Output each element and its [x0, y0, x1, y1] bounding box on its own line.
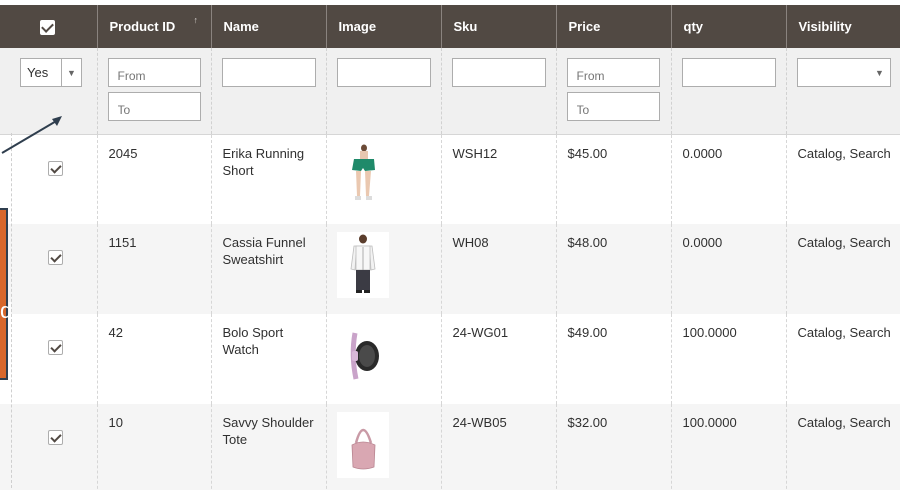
- name-cell: Erika Running Short: [210, 134, 326, 224]
- chevron-down-icon: ▼: [875, 67, 884, 78]
- grid-header-row: Product ID ↑ Name Image Sku Price qty Vis…: [0, 5, 900, 48]
- filter-sku-cell: [440, 48, 556, 135]
- sku-filter-input[interactable]: [451, 58, 546, 87]
- column-header-qty[interactable]: qty: [670, 5, 786, 48]
- filter-visibility-cell: ▼: [785, 48, 900, 135]
- filter-product-id-cell: [96, 48, 211, 135]
- column-header-product-id[interactable]: Product ID ↑: [96, 5, 211, 48]
- qty-cell: 100.0000: [670, 404, 786, 490]
- visibility-cell: Catalog, Search: [785, 404, 900, 490]
- table-row[interactable]: 1151 Cassia Funnel Sweatshirt WH08 $48.0…: [0, 224, 900, 314]
- product-id-cell: 2045: [96, 134, 211, 224]
- filter-name-cell: [210, 48, 326, 135]
- running-short-thumb-icon[interactable]: [336, 142, 389, 209]
- chevron-down-icon: ▼: [61, 59, 81, 86]
- sku-cell: 24-WG01: [440, 314, 556, 404]
- row-select-cell: [0, 404, 97, 490]
- annotation-arrow-icon: [1, 116, 62, 154]
- image-cell: [325, 404, 441, 490]
- price-cell: $45.00: [555, 134, 671, 224]
- product-id-cell: 1151: [96, 224, 211, 314]
- filter-qty-cell: [670, 48, 786, 135]
- column-header-sku[interactable]: Sku: [440, 5, 556, 48]
- image-cell: [325, 314, 441, 404]
- qty-cell: 100.0000: [670, 314, 786, 404]
- name-cell: Savvy Shoulder Tote: [210, 404, 326, 490]
- filter-price-cell: [555, 48, 671, 135]
- visibility-cell: Catalog, Search: [785, 134, 900, 224]
- table-row[interactable]: 42 Bolo Sport Watch 24-WG01 $49.00 100.0…: [0, 314, 900, 404]
- sku-cell: WSH12: [440, 134, 556, 224]
- column-header-image[interactable]: Image: [325, 5, 441, 48]
- in-selection-filter-select[interactable]: Yes ▼: [20, 58, 82, 87]
- visibility-cell: Catalog, Search: [785, 314, 900, 404]
- watch-thumb-icon[interactable]: [336, 322, 389, 388]
- table-row[interactable]: 10 Savvy Shoulder Tote 24-WB05 $32.00 10…: [0, 404, 900, 490]
- image-filter-input[interactable]: [336, 58, 431, 87]
- price-to-input[interactable]: [566, 92, 660, 121]
- sku-cell: WH08: [440, 224, 556, 314]
- filter-image-cell: [325, 48, 441, 135]
- sort-ascending-icon: ↑: [193, 15, 199, 25]
- product-id-to-input[interactable]: [107, 92, 201, 121]
- annotation-callout-text: d: [0, 298, 13, 323]
- tote-bag-thumb-icon[interactable]: [336, 412, 389, 478]
- name-filter-input[interactable]: [221, 58, 316, 87]
- select-all-header[interactable]: [0, 5, 97, 48]
- filter-row: Yes ▼ From To From To ▼: [0, 48, 900, 135]
- sku-cell: 24-WB05: [440, 404, 556, 490]
- product-id-cell: 42: [96, 314, 211, 404]
- table-row[interactable]: 2045 Erika Running Short WSH12 $45.00 0.…: [0, 134, 900, 224]
- price-from-input[interactable]: [566, 58, 660, 87]
- price-cell: $48.00: [555, 224, 671, 314]
- column-header-visibility[interactable]: Visibility: [785, 5, 900, 48]
- sweatshirt-thumb-icon[interactable]: [336, 232, 389, 298]
- qty-cell: 0.0000: [670, 134, 786, 224]
- qty-cell: 0.0000: [670, 224, 786, 314]
- price-cell: $32.00: [555, 404, 671, 490]
- image-cell: [325, 134, 441, 224]
- row-checkbox[interactable]: [47, 250, 63, 265]
- column-header-name[interactable]: Name: [210, 5, 326, 48]
- product-id-cell: 10: [96, 404, 211, 490]
- qty-filter-input[interactable]: [681, 58, 776, 87]
- name-cell: Cassia Funnel Sweatshirt: [210, 224, 326, 314]
- visibility-filter-select[interactable]: ▼: [796, 58, 891, 87]
- product-id-from-input[interactable]: [107, 58, 201, 87]
- visibility-cell: Catalog, Search: [785, 224, 900, 314]
- row-select-cell: [0, 314, 97, 404]
- price-cell: $49.00: [555, 314, 671, 404]
- row-checkbox[interactable]: [47, 340, 63, 355]
- column-header-price[interactable]: Price: [555, 5, 671, 48]
- row-select-cell: [0, 224, 97, 314]
- annotation-callout-box: [0, 208, 8, 380]
- name-cell: Bolo Sport Watch: [210, 314, 326, 404]
- image-cell: [325, 224, 441, 314]
- row-checkbox[interactable]: [47, 160, 63, 176]
- select-all-checkbox[interactable]: [39, 19, 55, 35]
- row-checkbox[interactable]: [47, 430, 63, 445]
- products-grid: Product ID ↑ Name Image Sku Price qty Vis…: [0, 5, 900, 490]
